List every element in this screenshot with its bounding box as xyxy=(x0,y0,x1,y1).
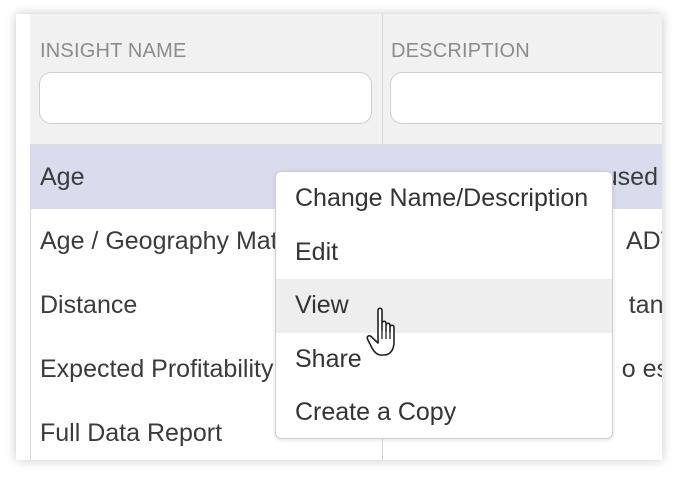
column-header-insight-name[interactable]: INSIGHT NAME xyxy=(40,40,187,63)
insights-panel: INSIGHT NAME DESCRIPTION Age used Age / … xyxy=(16,14,662,460)
row-context-menu: Change Name/Description Edit View Share … xyxy=(275,171,613,439)
table-left-gutter xyxy=(16,14,31,460)
menu-item-view[interactable]: View xyxy=(276,279,612,333)
description-filter-input[interactable] xyxy=(390,72,662,124)
menu-item-change-name-description[interactable]: Change Name/Description xyxy=(276,172,612,226)
menu-item-share[interactable]: Share xyxy=(276,333,612,387)
menu-item-create-a-copy[interactable]: Create a Copy xyxy=(276,386,612,440)
menu-item-edit[interactable]: Edit xyxy=(276,226,612,280)
insight-name-filter-input[interactable] xyxy=(39,72,372,124)
column-header-description[interactable]: DESCRIPTION xyxy=(391,40,530,63)
hand-pointer-icon xyxy=(366,307,395,356)
table-header: INSIGHT NAME DESCRIPTION xyxy=(30,14,662,145)
